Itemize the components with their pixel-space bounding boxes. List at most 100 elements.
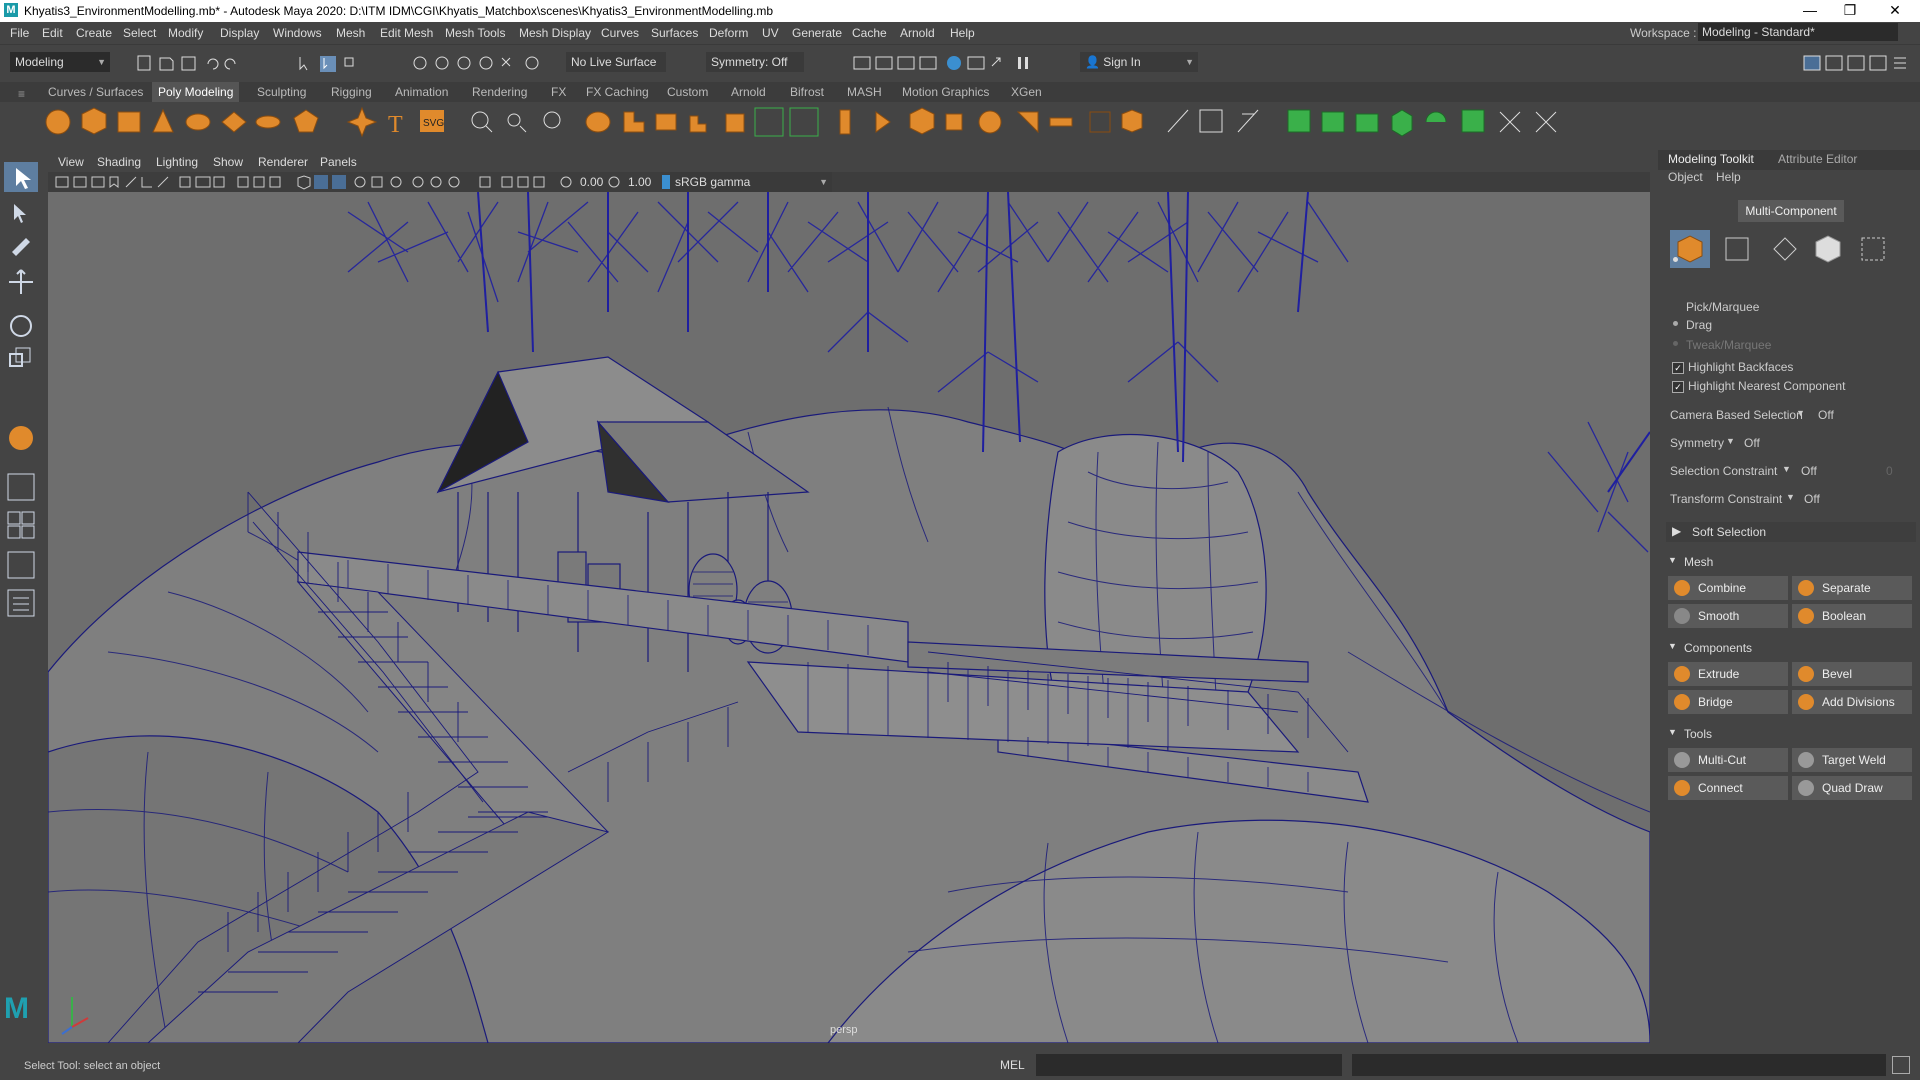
menu-modify[interactable]: Modify xyxy=(168,26,203,40)
toolkit-menu-help[interactable]: Help xyxy=(1716,170,1741,184)
viewport-menu-show[interactable]: Show xyxy=(213,155,243,169)
menu-mesh-display[interactable]: Mesh Display xyxy=(519,26,591,40)
tab-mash[interactable]: MASH xyxy=(847,85,882,99)
menu-cache[interactable]: Cache xyxy=(852,26,887,40)
pick-marquee-radio[interactable] xyxy=(1673,257,1678,262)
menu-deform[interactable]: Deform xyxy=(709,26,748,40)
component-mode-icons[interactable] xyxy=(1670,230,1910,270)
mel-label[interactable]: MEL xyxy=(1000,1058,1025,1072)
script-editor-icon[interactable] xyxy=(1892,1056,1910,1074)
drag-radio[interactable] xyxy=(1673,321,1678,326)
sign-in-button[interactable]: 👤 Sign In ▼ xyxy=(1080,52,1198,72)
tab-bifrost[interactable]: Bifrost xyxy=(790,85,824,99)
viewport-menu-panels[interactable]: Panels xyxy=(320,155,357,169)
menu-edit[interactable]: Edit xyxy=(42,26,63,40)
tab-arnold[interactable]: Arnold xyxy=(731,85,766,99)
connect-button[interactable]: Connect xyxy=(1668,776,1788,800)
toolkit-menu-object[interactable]: Object xyxy=(1668,170,1703,184)
workspace-select[interactable]: Modeling - Standard* xyxy=(1698,23,1898,41)
tab-poly-modeling[interactable]: Poly Modeling xyxy=(152,82,240,102)
chevron-down-icon[interactable]: ▼ xyxy=(1786,492,1795,502)
tab-attribute-editor[interactable]: Attribute Editor xyxy=(1778,152,1857,166)
components-section-header[interactable]: ▼ Components xyxy=(1666,638,1916,658)
soft-selection-header[interactable]: ▶ Soft Selection xyxy=(1666,522,1916,542)
menu-mesh-tools[interactable]: Mesh Tools xyxy=(445,26,505,40)
menu-curves[interactable]: Curves xyxy=(601,26,639,40)
add-divisions-button[interactable]: Add Divisions xyxy=(1792,690,1912,714)
menu-windows[interactable]: Windows xyxy=(273,26,322,40)
tab-xgen[interactable]: XGen xyxy=(1011,85,1042,99)
tab-sculpting[interactable]: Sculpting xyxy=(257,85,306,99)
symmetry-select[interactable]: Symmetry: Off xyxy=(706,52,804,72)
tab-motion-graphics[interactable]: Motion Graphics xyxy=(902,85,989,99)
snap-tools-icons[interactable] xyxy=(410,54,550,72)
target-weld-button[interactable]: Target Weld xyxy=(1792,748,1912,772)
mode-select[interactable]: Modeling ▼ xyxy=(10,52,110,72)
toolbox-icons[interactable]: M xyxy=(0,156,42,1036)
symmetry-option-value[interactable]: Off xyxy=(1744,436,1760,450)
tools-section-header[interactable]: ▼ Tools xyxy=(1666,724,1916,744)
plane-icon xyxy=(221,111,247,133)
target-weld-label: Target Weld xyxy=(1822,753,1886,767)
menu-surfaces[interactable]: Surfaces xyxy=(651,26,698,40)
color-space-select[interactable]: sRGB gamma ▼ xyxy=(670,172,832,192)
menu-display[interactable]: Display xyxy=(220,26,259,40)
mesh-section-header[interactable]: ▼ Mesh xyxy=(1666,552,1916,572)
tweak-marquee-radio[interactable] xyxy=(1673,341,1678,346)
camera-based-selection-value[interactable]: Off xyxy=(1818,408,1834,422)
smooth-button[interactable]: Smooth xyxy=(1668,604,1788,628)
viewport-menu-lighting[interactable]: Lighting xyxy=(156,155,198,169)
tab-fx-caching[interactable]: FX Caching xyxy=(586,85,649,99)
menu-uv[interactable]: UV xyxy=(762,26,779,40)
shelf-icons[interactable]: T SVG xyxy=(0,102,1590,142)
viewport-3d[interactable]: persp xyxy=(48,192,1650,1043)
scene-render[interactable] xyxy=(48,192,1650,1043)
tab-rigging[interactable]: Rigging xyxy=(331,85,372,99)
shelf-menu-icon[interactable]: ≡ xyxy=(18,87,25,101)
tab-custom[interactable]: Custom xyxy=(667,85,708,99)
menu-help[interactable]: Help xyxy=(950,26,975,40)
tab-animation[interactable]: Animation xyxy=(395,85,448,99)
command-input[interactable] xyxy=(1036,1054,1342,1076)
viewport-menu-renderer[interactable]: Renderer xyxy=(258,155,308,169)
render-tools-icons[interactable] xyxy=(850,54,1050,72)
menu-generate[interactable]: Generate xyxy=(792,26,842,40)
separate-button[interactable]: Separate xyxy=(1792,576,1912,600)
gamma-field[interactable]: 1.00 xyxy=(628,175,651,189)
chevron-down-icon[interactable]: ▼ xyxy=(1726,436,1735,446)
menu-create[interactable]: Create xyxy=(76,26,112,40)
chevron-down-icon[interactable]: ▼ xyxy=(1796,408,1805,418)
viewport-menu-view[interactable]: View xyxy=(58,155,84,169)
multi-component-button[interactable]: Multi-Component xyxy=(1738,200,1844,222)
highlight-nearest-checkbox[interactable]: ✓ xyxy=(1672,381,1684,393)
tab-modeling-toolkit[interactable]: Modeling Toolkit xyxy=(1668,152,1754,166)
bevel-button[interactable]: Bevel xyxy=(1792,662,1912,686)
menu-arnold[interactable]: Arnold xyxy=(900,26,935,40)
panel-toggle-icons[interactable] xyxy=(1800,54,1915,72)
file-tools-icons[interactable] xyxy=(130,54,400,72)
tab-curves-surfaces[interactable]: Curves / Surfaces xyxy=(48,85,143,99)
combine-button[interactable]: Combine xyxy=(1668,576,1788,600)
close-button[interactable]: ✕ xyxy=(1880,2,1910,19)
highlight-backfaces-checkbox[interactable]: ✓ xyxy=(1672,362,1684,374)
transform-constraint-value[interactable]: Off xyxy=(1804,492,1820,506)
extrude-button[interactable]: Extrude xyxy=(1668,662,1788,686)
bridge-button[interactable]: Bridge xyxy=(1668,690,1788,714)
boolean-button[interactable]: Boolean xyxy=(1792,604,1912,628)
tab-rendering[interactable]: Rendering xyxy=(472,85,527,99)
minimize-button[interactable]: — xyxy=(1795,2,1825,18)
tab-fx[interactable]: FX xyxy=(551,85,566,99)
viewport-menu-shading[interactable]: Shading xyxy=(97,155,141,169)
multi-cut-button[interactable]: Multi-Cut xyxy=(1668,748,1788,772)
exposure-field[interactable]: 0.00 xyxy=(580,175,603,189)
menu-edit-mesh[interactable]: Edit Mesh xyxy=(380,26,433,40)
menu-mesh[interactable]: Mesh xyxy=(336,26,365,40)
maximize-button[interactable]: ❐ xyxy=(1835,2,1865,19)
connect-icon xyxy=(1674,780,1690,796)
selection-constraint-value[interactable]: Off xyxy=(1801,464,1817,478)
menu-file[interactable]: File xyxy=(10,26,29,40)
live-surface-field[interactable]: No Live Surface xyxy=(566,52,666,72)
chevron-down-icon[interactable]: ▼ xyxy=(1782,464,1791,474)
menu-select[interactable]: Select xyxy=(123,26,156,40)
quad-draw-button[interactable]: Quad Draw xyxy=(1792,776,1912,800)
